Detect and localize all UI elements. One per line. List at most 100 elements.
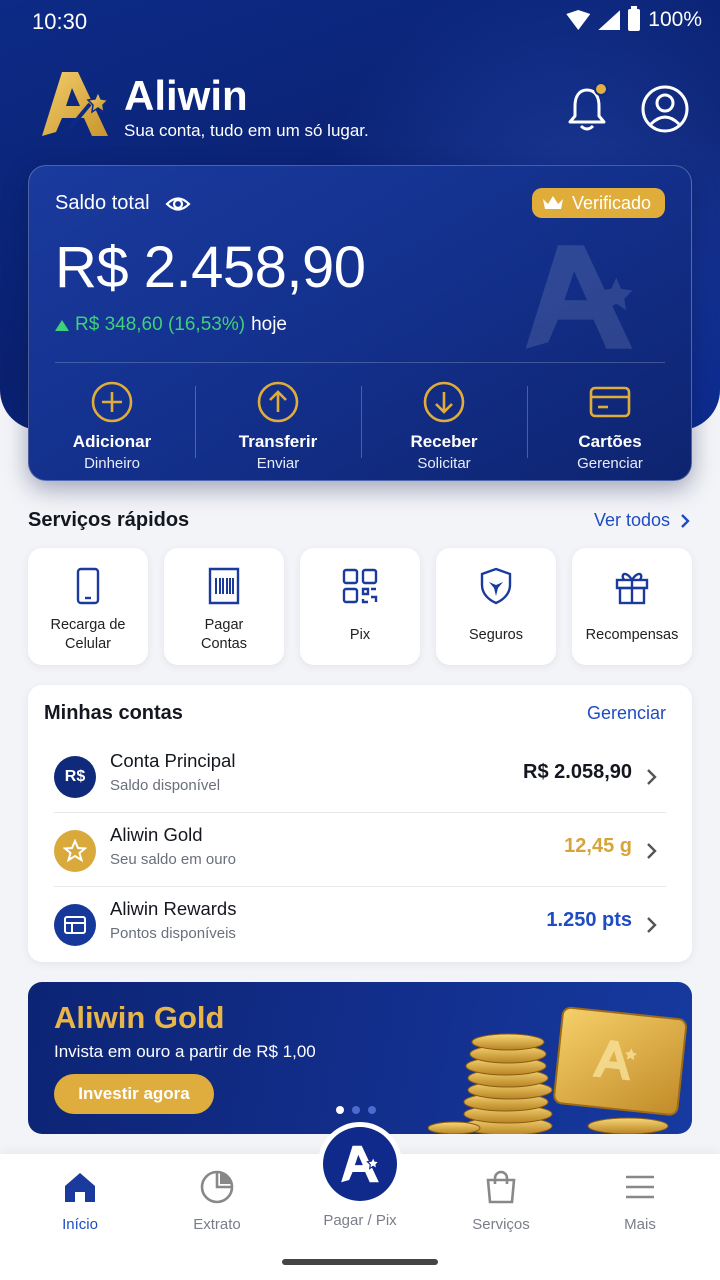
accounts-title: Minhas contas: [44, 702, 183, 724]
account-row-gold[interactable]: Aliwin Gold Seu saldo em ouro 12,45 g: [28, 816, 692, 890]
profile-icon[interactable]: [640, 84, 690, 134]
nav-home[interactable]: Início: [20, 1168, 140, 1233]
accounts-card: Minhas contas Gerenciar R$ Conta Princip…: [28, 685, 692, 962]
service-pix[interactable]: Pix: [300, 548, 420, 665]
aliwin-logo-icon: [341, 1145, 380, 1183]
carousel-dot[interactable]: [352, 1106, 360, 1114]
nav-services[interactable]: Serviços: [441, 1168, 561, 1233]
service-label: Pix: [349, 627, 371, 643]
carousel-dot[interactable]: [368, 1106, 376, 1114]
nav-more[interactable]: Mais: [580, 1168, 700, 1233]
service-label: Recompensas: [585, 627, 679, 643]
service-label: Seguros: [468, 627, 523, 643]
account-name: Aliwin Gold: [110, 824, 203, 845]
plus-circle-icon: [91, 381, 133, 423]
balance-amount: R$ 2.458,90: [55, 235, 366, 300]
action-subtitle: Enviar: [256, 455, 300, 472]
chevron-right-icon: [647, 917, 657, 933]
account-sub: Saldo disponível: [110, 777, 221, 794]
nav-label: Pagar / Pix: [323, 1212, 397, 1229]
nav-statement[interactable]: Extrato: [157, 1168, 277, 1233]
eye-icon[interactable]: [165, 193, 191, 215]
quick-services-title: Serviços rápidos: [28, 509, 190, 531]
account-value: 12,45 g: [564, 835, 632, 857]
crown-icon: [542, 196, 563, 209]
service-label-line2: Contas: [201, 636, 247, 652]
divider: [54, 812, 666, 813]
chevron-right-icon: [681, 513, 690, 528]
wifi-icon: [566, 10, 591, 30]
battery-icon: [628, 6, 641, 31]
card-divider: [55, 362, 665, 363]
action-title: Receber: [410, 432, 478, 451]
action-title: Transferir: [238, 432, 318, 451]
account-row-rewards[interactable]: Aliwin Rewards Pontos disponíveis 1.250 …: [28, 890, 692, 964]
service-pay-bills[interactable]: Pagar Contas: [164, 548, 284, 665]
account-name: Aliwin Rewards: [110, 898, 237, 919]
transfer-button[interactable]: Transferir Enviar: [195, 376, 361, 476]
nav-label: Serviços: [472, 1216, 530, 1233]
balance-label: Saldo total: [55, 192, 150, 214]
balance-actions: Adicionar Dinheiro Transferir Enviar Rec…: [29, 376, 691, 476]
invest-now-button[interactable]: Investir agora: [54, 1074, 214, 1114]
change-value: R$ 348,60 (16,53%): [75, 314, 246, 335]
watermark-logo-icon: [525, 245, 633, 349]
add-money-button[interactable]: Adicionar Dinheiro: [29, 376, 195, 476]
account-avatar: [54, 904, 96, 946]
action-title: Cartões: [578, 432, 642, 451]
brand-name: Aliwin: [124, 72, 248, 119]
see-all-link[interactable]: Ver todos: [594, 510, 690, 531]
shopping-bag-icon: [486, 1170, 516, 1204]
divider: [54, 886, 666, 887]
action-title: Adicionar: [72, 432, 152, 451]
aliwin-logo-icon: [42, 72, 110, 136]
chevron-right-icon: [647, 843, 657, 859]
manage-accounts-link[interactable]: Gerenciar: [587, 703, 666, 724]
card-icon: [589, 386, 631, 418]
notification-dot: [594, 82, 608, 96]
service-label: Recarga de Celular: [32, 616, 144, 654]
arrow-up-circle-icon: [257, 381, 299, 423]
account-sub: Pontos disponíveis: [110, 925, 236, 942]
action-subtitle: Dinheiro: [84, 455, 140, 472]
arrow-down-circle-icon: [423, 381, 465, 423]
up-arrow-icon: [55, 319, 69, 331]
service-insurance[interactable]: Seguros: [436, 548, 556, 665]
phone-icon: [76, 567, 100, 605]
pay-pix-fab[interactable]: [318, 1122, 402, 1206]
verified-badge: Verificado: [531, 188, 665, 218]
cards-button[interactable]: Cartões Gerenciar: [527, 376, 691, 476]
change-suffix: hoje: [251, 314, 287, 335]
chevron-right-icon: [647, 769, 657, 785]
signal-icon: [598, 10, 621, 30]
qr-code-icon: [342, 568, 378, 604]
carousel-dot[interactable]: [336, 1106, 344, 1114]
fab-circle: [323, 1127, 397, 1201]
battery-percent: 100%: [648, 8, 702, 31]
balance-card: Saldo total Verificado R$ 2.458,90 R$ 34…: [28, 165, 692, 481]
service-label-line1: Recarga de: [50, 617, 126, 633]
action-subtitle: Solicitar: [417, 455, 471, 472]
service-rewards[interactable]: Recompensas: [572, 548, 692, 665]
status-time: 10:30: [32, 9, 88, 34]
home-indicator[interactable]: [282, 1259, 438, 1265]
account-value: R$ 2.058,90: [523, 761, 632, 783]
gift-icon: [615, 572, 649, 605]
account-name: Conta Principal: [110, 750, 236, 771]
gold-promo-banner[interactable]: Aliwin Gold Invista em ouro a partir de …: [28, 982, 692, 1134]
account-row-main[interactable]: R$ Conta Principal Saldo disponível R$ 2…: [28, 742, 692, 816]
receive-button[interactable]: Receber Solicitar: [361, 376, 527, 476]
shield-icon: [480, 567, 512, 605]
service-phone-recharge[interactable]: Recarga de Celular: [28, 548, 148, 665]
gold-coins-illustration: [428, 1006, 688, 1134]
currency-icon: R$: [64, 768, 86, 785]
service-label: Pagar Contas: [168, 616, 280, 654]
nav-label: Mais: [624, 1216, 656, 1233]
account-sub: Seu saldo em ouro: [110, 851, 236, 868]
nav-label: Início: [62, 1216, 98, 1233]
promo-subtitle: Invista em ouro a partir de R$ 1,00: [54, 1042, 316, 1061]
service-label-line1: Pagar: [204, 617, 244, 633]
status-bar: 10:30 100%: [0, 0, 720, 44]
brand-tagline: Sua conta, tudo em um só lugar.: [124, 121, 369, 140]
account-avatar: R$: [54, 756, 96, 798]
